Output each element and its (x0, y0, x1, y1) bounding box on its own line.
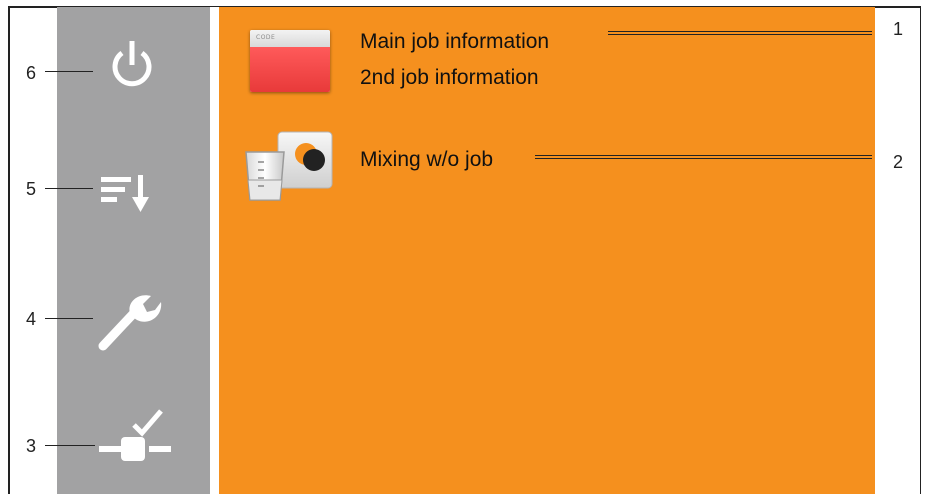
callout-1: 1 (893, 19, 904, 39)
valve-check-icon[interactable] (95, 405, 175, 475)
main-job-information[interactable]: Main job information (360, 30, 549, 54)
sidebar (57, 7, 210, 494)
wrench-icon[interactable] (97, 290, 163, 352)
sort-down-icon[interactable] (97, 167, 161, 215)
separator (210, 7, 219, 494)
callout-6: 6 (26, 63, 37, 83)
callout-4: 4 (26, 309, 37, 329)
second-job-information[interactable]: 2nd job information (360, 66, 539, 90)
callout-2: 2 (893, 152, 904, 172)
callout-leader-5 (45, 188, 93, 189)
code-label: CODE (250, 30, 330, 47)
callout-leader-4 (45, 318, 93, 319)
power-icon[interactable] (104, 37, 160, 93)
callout-leader-1 (608, 31, 872, 35)
frame-right-border (919, 6, 921, 494)
code-card-body (250, 47, 330, 92)
job-code-card-icon[interactable]: CODE (250, 30, 330, 92)
callout-3: 3 (26, 436, 37, 456)
callout-leader-3 (45, 445, 95, 446)
mixing-beaker-icon[interactable] (238, 128, 334, 210)
mixing-without-job[interactable]: Mixing w/o job (360, 148, 493, 172)
callout-leader-2 (535, 155, 872, 159)
frame-left-border (8, 6, 10, 494)
callout-leader-6 (45, 71, 93, 72)
callout-5: 5 (26, 179, 37, 199)
